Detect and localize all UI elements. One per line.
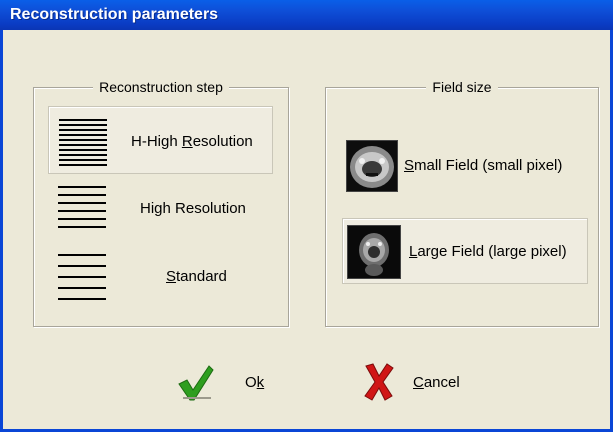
option-label: Large Field (large pixel) (409, 243, 567, 260)
field-size-legend: Field size (426, 79, 498, 95)
field-size-group: Field size Small Field (small pixel) Lar… (325, 79, 599, 327)
title-bar[interactable]: Reconstruction parameters (0, 0, 613, 30)
option-label: Small Field (small pixel) (404, 157, 563, 174)
lines-medium-icon (58, 186, 106, 230)
option-label: H-High Resolution (131, 133, 253, 150)
reconstruction-step-group: Reconstruction step H-High Resolution Hi… (33, 79, 289, 327)
cancel-button[interactable]: Cancel (361, 362, 460, 402)
green-checkmark-icon (178, 365, 214, 401)
cancel-label: Cancel (413, 373, 460, 391)
reconstruction-parameters-dialog: Reconstruction parameters Reconstruction… (0, 0, 613, 432)
ct-scan-large-field-icon (347, 225, 401, 279)
red-x-icon (364, 363, 394, 401)
option-high-resolution[interactable]: High Resolution (48, 180, 273, 238)
lines-dense-icon (59, 119, 107, 166)
ok-label: Ok (245, 373, 265, 391)
option-label: Standard (166, 268, 227, 285)
dialog-title: Reconstruction parameters (10, 6, 219, 23)
reconstruction-step-legend: Reconstruction step (93, 79, 229, 95)
option-label: High Resolution (140, 200, 246, 217)
option-small-field[interactable]: Small Field (small pixel) (338, 136, 590, 196)
option-large-field[interactable]: Large Field (large pixel) (342, 218, 588, 284)
ct-scan-small-field-icon (346, 140, 398, 192)
option-standard[interactable]: Standard (48, 248, 273, 306)
option-h-high-resolution[interactable]: H-High Resolution (48, 106, 273, 174)
ok-button[interactable]: Ok (175, 362, 264, 402)
lines-sparse-icon (58, 254, 106, 300)
